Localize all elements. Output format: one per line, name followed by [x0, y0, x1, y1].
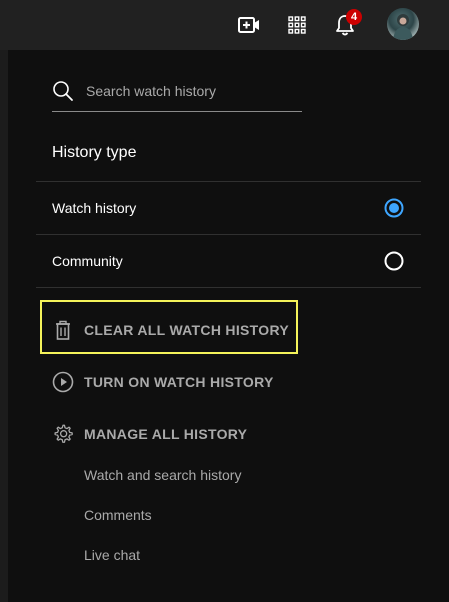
search-icon [53, 81, 73, 101]
trash-icon [52, 319, 74, 341]
left-edge [0, 50, 8, 602]
link-comments[interactable]: Comments [84, 507, 152, 523]
user-avatar[interactable] [387, 8, 419, 40]
apps-button[interactable] [280, 8, 314, 42]
video-plus-icon [238, 17, 259, 33]
search-input[interactable] [84, 78, 303, 104]
link-watch-and-search-history[interactable]: Watch and search history [84, 467, 241, 483]
notification-count-badge: 4 [346, 9, 362, 25]
avatar-image [393, 14, 413, 40]
clear-history-label: CLEAR ALL WATCH HISTORY [84, 322, 289, 338]
option-label: Watch history [52, 200, 137, 216]
link-live-chat[interactable]: Live chat [84, 547, 140, 563]
turn-on-watch-history-button[interactable]: TURN ON WATCH HISTORY [52, 370, 274, 394]
manage-history-label: MANAGE ALL HISTORY [84, 426, 248, 442]
search-watch-history[interactable] [52, 74, 303, 112]
history-type-option-community[interactable]: Community [36, 235, 421, 287]
manage-all-history-button[interactable]: MANAGE ALL HISTORY [52, 422, 247, 446]
turn-on-history-label: TURN ON WATCH HISTORY [84, 374, 274, 390]
radio-unselected-icon[interactable] [384, 251, 404, 271]
divider [36, 287, 421, 288]
history-type-title: History type [52, 144, 137, 161]
play-circle-icon [52, 371, 74, 393]
history-type-option-watch[interactable]: Watch history [36, 182, 421, 234]
clear-all-watch-history-button[interactable]: CLEAR ALL WATCH HISTORY [52, 318, 289, 342]
gear-icon [52, 423, 74, 445]
option-label: Community [52, 253, 123, 269]
top-bar: 4 [0, 0, 449, 50]
apps-grid-icon [288, 16, 306, 34]
create-video-button[interactable] [232, 8, 266, 42]
radio-selected-icon[interactable] [384, 198, 404, 218]
